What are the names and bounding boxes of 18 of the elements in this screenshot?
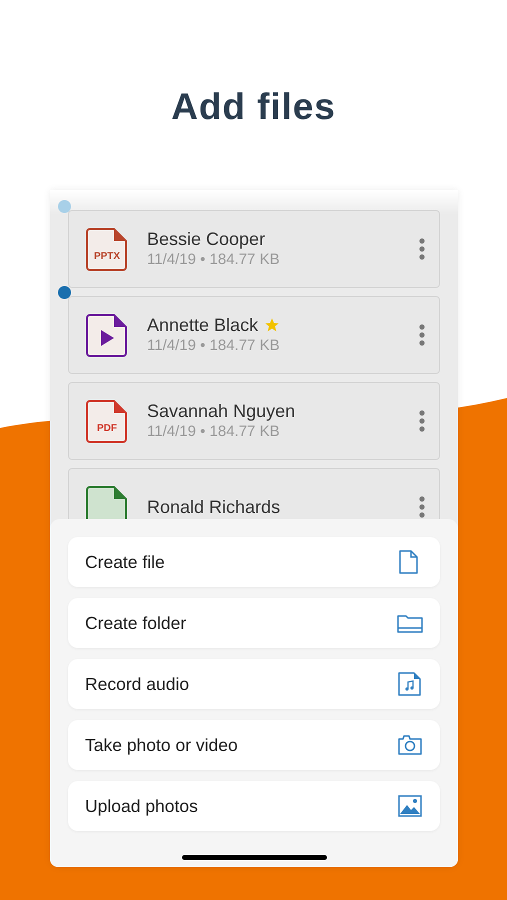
page-title: Add files — [171, 85, 336, 129]
menu-action[interactable]: Create file — [68, 537, 440, 587]
file-meta: 11/4/19 • 184.77 KB — [147, 422, 281, 442]
file-meta: 11/4/19 • 184.77 KB — [147, 250, 281, 270]
file-name: Annette Black — [147, 314, 258, 336]
menu-action[interactable]: Upload photos — [68, 781, 440, 831]
file-name: Bessie Cooper — [147, 228, 266, 250]
file-name: Ronald Richards — [147, 496, 280, 518]
menu-action[interactable]: Record audio — [68, 659, 440, 709]
file-name: Savannah Nguyen — [147, 400, 296, 422]
file-card[interactable]: PDF Savannah Nguyen 11/4/19 • 184.77 KB — [68, 382, 440, 460]
file-type-label: PPTX — [92, 252, 122, 262]
file-card[interactable]: PPTX Bessie Cooper 11/4/19 • 184.77 KB — [68, 210, 440, 288]
menu-action[interactable]: Take photo or video — [68, 720, 440, 770]
menu-action[interactable]: Create folder — [68, 598, 440, 648]
file-meta: 11/4/19 • 184.77 KB — [147, 336, 281, 356]
file-type-label: PDF — [96, 424, 118, 434]
file-card[interactable]: Annette Black 11/4/19 • 184.77 KB — [68, 296, 440, 374]
